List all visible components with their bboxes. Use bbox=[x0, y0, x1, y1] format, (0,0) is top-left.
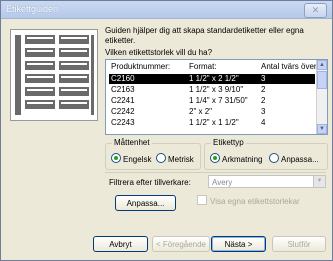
list-item[interactable]: C2242 2" x 2" 3 bbox=[109, 107, 315, 117]
list-item[interactable]: C2241 1 1/4" x 7 31/50" 2 bbox=[109, 96, 315, 106]
close-button[interactable]: ✕ bbox=[304, 3, 327, 18]
label-type-legend: Etikettyp bbox=[211, 138, 246, 147]
format: 1 1/2" x 1 1/2" bbox=[189, 118, 239, 127]
manufacturer-dropdown[interactable]: Avery ▼ bbox=[208, 175, 326, 188]
next-button-label: Nästa > bbox=[224, 240, 253, 249]
title-bar[interactable]: Etikettguiden ✕ bbox=[1, 1, 332, 19]
scroll-thumb[interactable] bbox=[317, 71, 327, 89]
radio-button-icon bbox=[156, 153, 166, 163]
back-button-label: < Föregående bbox=[155, 240, 207, 249]
unit-legend: Måttenhet bbox=[112, 138, 152, 147]
list-item[interactable]: C2243 1 1/2" x 1 1/2" 4 bbox=[109, 118, 315, 128]
column-header-count: Antal tvärs över: bbox=[261, 62, 319, 71]
size-question: Vilken etikettstorlek vill du ha? bbox=[105, 48, 213, 57]
show-custom-sizes-checkbox[interactable]: Visa egna etikettstorlekar bbox=[197, 195, 300, 207]
divider bbox=[105, 172, 326, 173]
customize-button-label: Anpassa... bbox=[126, 199, 165, 208]
count: 3 bbox=[261, 74, 266, 83]
radio-label: Arkmatning bbox=[222, 155, 263, 164]
format: 2" x 2" bbox=[189, 107, 213, 116]
radio-label: Engelsk bbox=[123, 155, 152, 164]
window-title: Etikettguiden bbox=[6, 4, 59, 14]
format: 1 1/2" x 2 1/2" bbox=[189, 74, 239, 83]
count: 4 bbox=[261, 118, 266, 127]
product-number: C2243 bbox=[111, 118, 135, 127]
checkbox-icon bbox=[197, 195, 207, 205]
count: 2 bbox=[261, 85, 266, 94]
scroll-down-button[interactable]: ▼ bbox=[317, 124, 327, 134]
radio-english[interactable]: Engelsk bbox=[111, 153, 151, 165]
next-button[interactable]: Nästa > bbox=[211, 236, 266, 252]
column-header-product: Produktnummer: bbox=[111, 62, 171, 71]
cancel-button[interactable]: Avbryt bbox=[93, 236, 148, 252]
scroll-up-button[interactable]: ▲ bbox=[317, 60, 327, 70]
count: 3 bbox=[261, 107, 266, 116]
radio-button-selected-icon bbox=[210, 153, 220, 163]
list-scrollbar[interactable]: ▲ ▼ bbox=[316, 60, 327, 134]
radio-label: Metrisk bbox=[168, 155, 194, 164]
intro-text: Guiden hjälper dig att skapa standardeti… bbox=[105, 26, 304, 45]
product-number: C2160 bbox=[111, 74, 135, 83]
radio-label: Anpassa... bbox=[281, 155, 319, 164]
radio-custom[interactable]: Anpassa... bbox=[269, 153, 319, 165]
product-number: C2241 bbox=[111, 96, 135, 105]
radio-sheet-feed[interactable]: Arkmatning bbox=[210, 153, 262, 165]
product-number: C2242 bbox=[111, 107, 135, 116]
finish-button[interactable]: Slutför bbox=[272, 236, 326, 252]
label-wizard-window: Etikettguiden ✕ Guiden hjälper dig att s… bbox=[0, 0, 333, 261]
chevron-down-icon: ▼ bbox=[313, 176, 325, 187]
close-icon: ✕ bbox=[311, 5, 320, 15]
list-item[interactable]: C2163 1 1/2" x 3 9/10" 2 bbox=[109, 85, 315, 95]
radio-button-selected-icon bbox=[111, 153, 121, 163]
customize-button[interactable]: Anpassa... bbox=[115, 195, 176, 211]
count: 2 bbox=[261, 96, 266, 105]
format: 1 1/2" x 3 9/10" bbox=[189, 85, 244, 94]
manufacturer-value: Avery bbox=[212, 178, 233, 187]
label-type-group: Etikettyp Arkmatning Anpassa... bbox=[204, 138, 328, 170]
radio-metric[interactable]: Metrisk bbox=[156, 153, 194, 165]
format: 1 1/4" x 7 31/50" bbox=[189, 96, 248, 105]
radio-button-icon bbox=[269, 153, 279, 163]
unit-group: Måttenhet Engelsk Metrisk bbox=[105, 138, 201, 170]
column-header-format: Format: bbox=[189, 62, 217, 71]
list-item[interactable]: C2160 1 1/2" x 2 1/2" 3 bbox=[109, 74, 315, 84]
cancel-button-label: Avbryt bbox=[109, 240, 132, 249]
product-number: C2163 bbox=[111, 85, 135, 94]
finish-button-label: Slutför bbox=[287, 240, 311, 249]
label-sheet-icon bbox=[11, 30, 97, 120]
arrow-down-icon: ▼ bbox=[319, 126, 325, 132]
arrow-up-icon: ▲ bbox=[319, 62, 325, 68]
label-size-list[interactable]: Produktnummer: Format: Antal tvärs över:… bbox=[105, 59, 328, 135]
label-sheet-illustration bbox=[10, 29, 98, 121]
back-button[interactable]: < Föregående bbox=[152, 236, 210, 252]
filter-label: Filtrera efter tillverkare: bbox=[109, 178, 191, 187]
checkbox-label: Visa egna etikettstorlekar bbox=[210, 197, 300, 206]
